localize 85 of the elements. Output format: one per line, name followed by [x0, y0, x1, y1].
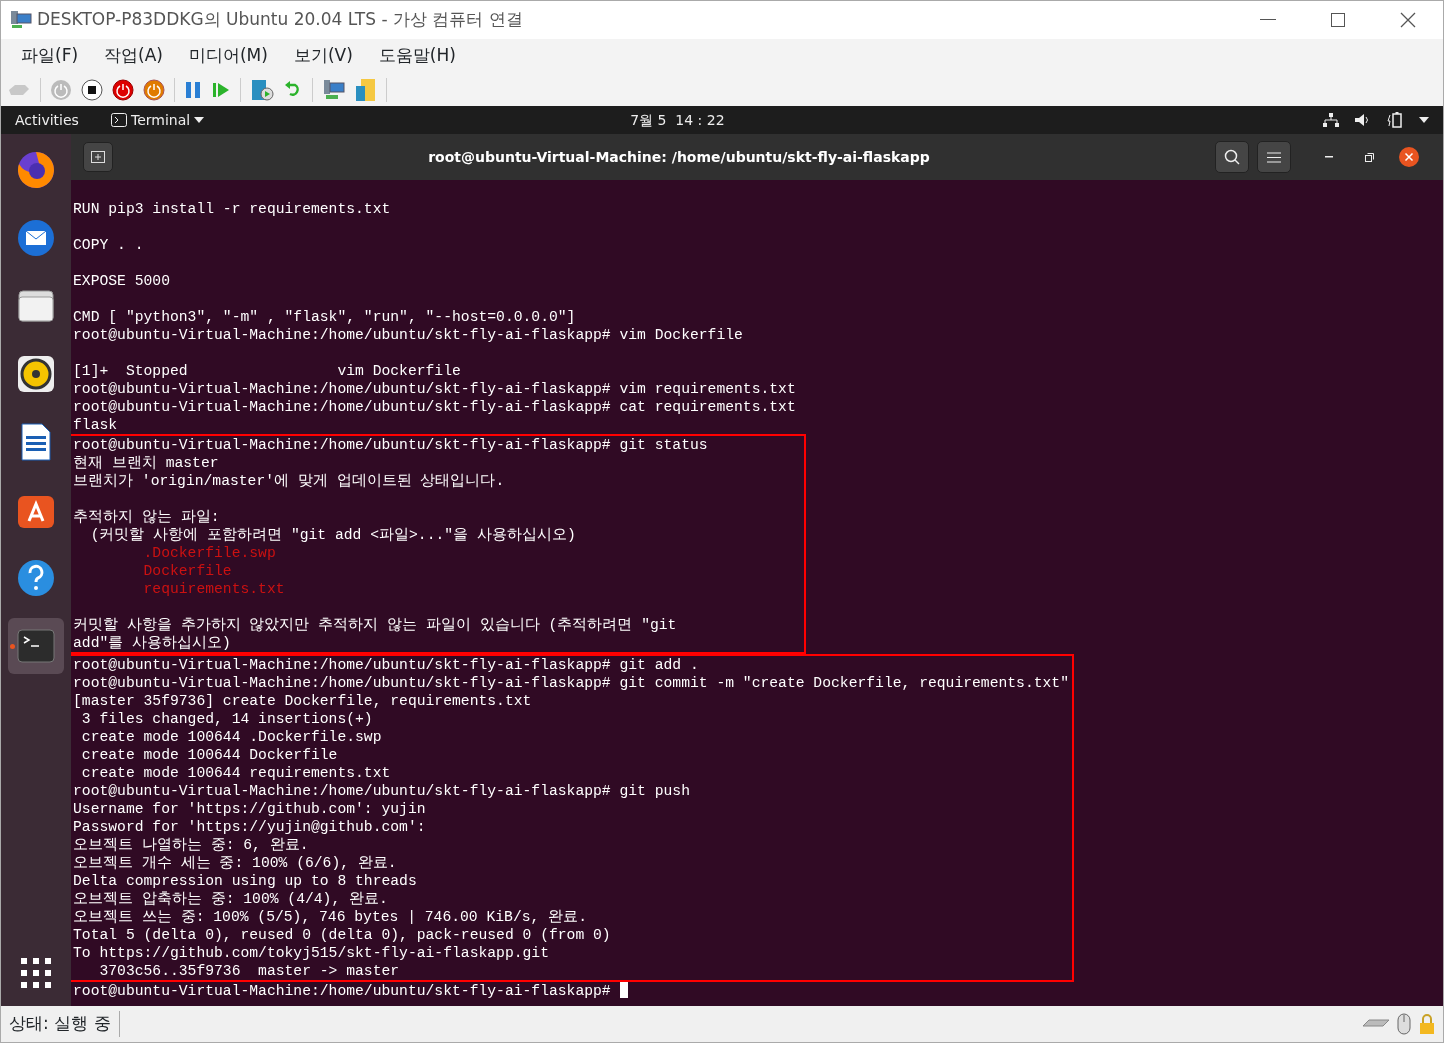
new-tab-button[interactable]: [83, 142, 113, 172]
terminal-line: 현재 브랜치 master: [73, 455, 219, 471]
battery-icon[interactable]: [1387, 112, 1403, 128]
terminal-line: root@ubuntu-Virtual-Machine:/home/ubuntu/skt-fly-ai-flaskapp# vim Dockerfile: [73, 327, 743, 343]
terminal-line: root@ubuntu-Virtual-Machine:/home/ubuntu/skt-fly-ai-flaskapp#: [73, 983, 611, 999]
menu-button[interactable]: [1257, 141, 1291, 173]
mouse-icon: [1397, 1013, 1411, 1035]
terminal-line: root@ubuntu-Virtual-Machine:/home/ubuntu/skt-fly-ai-flaskapp# git status: [73, 437, 708, 453]
terminal-line: 3 files changed, 14 insertions(+): [80, 711, 373, 727]
menu-item[interactable]: 미디어(M): [188, 43, 268, 69]
terminal-line: [master 35f9736] create Dockerfile, requirements.txt: [73, 693, 532, 709]
caret-icon[interactable]: [1419, 117, 1429, 123]
minimize-icon[interactable]: [1260, 19, 1276, 21]
computer-icon: [9, 10, 33, 30]
browser-icon[interactable]: [16, 150, 56, 190]
terminal-line: 오브젝트 쓰는 중: 100% (5/5), 746 bytes | 746.00 KiB/s, 완료.: [73, 909, 587, 925]
terminal-line: To https://github.com/tokyj515/skt-fly-ai-flaskapp.git: [73, 945, 549, 961]
terminal-line: root@ubuntu-Virtual-Machine:/home/ubuntu/skt-fly-ai-flaskapp# git add .: [73, 657, 699, 673]
terminal-line: [1]+ Stopped vim Dockerfile: [73, 363, 461, 379]
help-icon[interactable]: [16, 558, 56, 598]
terminal-icon[interactable]: [16, 626, 56, 666]
dock-item-highlight[interactable]: [8, 618, 64, 674]
terminal-line: Total 5 (delta 0), reused 0 (delta 0), pack-reused 0 (from 0): [73, 927, 611, 943]
stop-icon[interactable]: [81, 78, 103, 101]
terminal-line: 오브젝트 압축하는 중: 100% (4/4), 완료.: [73, 891, 388, 907]
terminal-line: flask: [73, 417, 118, 433]
terminal-line: 3703c56..35f9736 master -> master: [98, 963, 400, 979]
padlock-icon: [1419, 1013, 1435, 1035]
terminal-line: Password for 'https://yujin@github.com':: [73, 819, 426, 835]
network-computer-icon[interactable]: [322, 78, 346, 101]
menu-icon: [1267, 151, 1281, 163]
terminal-line: root@ubuntu-Virtual-Machine:/home/ubuntu/skt-fly-ai-flaskapp# cat requirements.txt: [73, 399, 796, 415]
app-grid-icon[interactable]: [21, 958, 51, 988]
running-dot: [10, 644, 15, 649]
terminal-line: Username for 'https://github.com': yujin: [73, 801, 426, 817]
menu-item[interactable]: 도움말(H): [378, 43, 456, 69]
search-icon: [1224, 149, 1240, 165]
terminal-line: root@ubuntu-Virtual-Machine:/home/ubuntu/skt-fly-ai-flaskapp# vim requirements.txt: [73, 381, 796, 397]
mail-icon[interactable]: [16, 218, 56, 258]
terminal-line: add"를 사용하십시오): [73, 635, 231, 651]
terminal-line: CMD [ "python3", "-m" , "flask", "run", "--host=0.0.0.0"]: [73, 309, 576, 325]
caret-icon: [194, 117, 205, 123]
terminal-line: 오브젝트 개수 세는 중: 100% (6/6), 완료.: [73, 855, 397, 871]
terminal-line: RUN pip3 install -r requirements.txt: [73, 201, 391, 217]
terminal-title: root@ubuntu-Virtual-Machine: /home/ubuntu/skt-fly-ai-flaskapp: [427, 147, 931, 167]
keyboard-icon: [1363, 1018, 1389, 1030]
menu-item[interactable]: 작업(A): [104, 43, 163, 69]
pause-icon[interactable]: [184, 79, 202, 100]
server-clock-icon[interactable]: [250, 77, 274, 102]
new-tab-icon: [91, 151, 105, 163]
terminal-line: root@ubuntu-Virtual-Machine:/home/ubuntu/skt-fly-ai-flaskapp# git push: [73, 783, 690, 799]
terminal-line: create mode 100644 .Dockerfile.swp: [80, 729, 382, 745]
maximize-icon[interactable]: [1331, 13, 1345, 27]
terminal-line: 오브젝트 나열하는 중: 6, 완료.: [73, 837, 309, 853]
terminal-line: 브랜치가 'origin/master'에 맞게 업데이트된 상태입니다.: [73, 473, 505, 489]
power-icon[interactable]: [143, 78, 165, 101]
terminal-line: (커밋할 사항에 포함하려면 "git add <파일>..."을 사용하십시오): [89, 527, 576, 543]
app-menu[interactable]: Terminal: [111, 109, 205, 131]
close-icon[interactable]: [1399, 147, 1419, 167]
terminal-line: COPY . .: [73, 237, 144, 253]
terminal-line: create mode 100644 Dockerfile: [80, 747, 338, 763]
status-text: 상태: 실행 중: [9, 1011, 120, 1037]
terminal-line: root@ubuntu-Virtual-Machine:/home/ubuntu/skt-fly-ai-flaskapp# git commit -m "create Dockerfile, requirements.txt": [73, 675, 1069, 691]
search-button[interactable]: [1215, 141, 1249, 173]
clock[interactable]: 7월 5 14 : 22: [630, 109, 725, 131]
window-title: DESKTOP-P83DDKG의 Ubuntu 20.04 LTS - 가상 컴퓨터 연결: [37, 8, 524, 32]
menu-item[interactable]: 파일(F): [21, 43, 79, 69]
menu-item[interactable]: 보기(V): [293, 43, 353, 69]
power-icon[interactable]: [112, 78, 134, 101]
terminal-line: Delta compression using up to 8 threads: [73, 873, 417, 889]
untracked-file: requirements.txt: [142, 581, 285, 597]
volume-icon[interactable]: [1355, 113, 1371, 127]
archive-icon[interactable]: [355, 77, 377, 102]
close-icon[interactable]: [1400, 12, 1416, 28]
restore-icon[interactable]: [1364, 152, 1374, 162]
terminal-icon: [111, 113, 127, 127]
network-icon[interactable]: [1323, 113, 1339, 127]
activities-button[interactable]: Activities: [15, 109, 111, 131]
untracked-file: Dockerfile: [142, 563, 232, 579]
terminal-line: 커밋할 사항을 추가하지 않았지만 추적하지 않는 파일이 있습니다 (추적하려면 "git: [73, 617, 677, 633]
terminal-line: create mode 100644 requirements.txt: [80, 765, 391, 781]
untracked-file: .Dockerfile.swp: [142, 545, 276, 561]
terminal-line: 추적하지 않는 파일:: [73, 509, 220, 525]
speaker-icon[interactable]: [16, 354, 56, 394]
terminal-line: EXPOSE 5000: [73, 273, 170, 289]
